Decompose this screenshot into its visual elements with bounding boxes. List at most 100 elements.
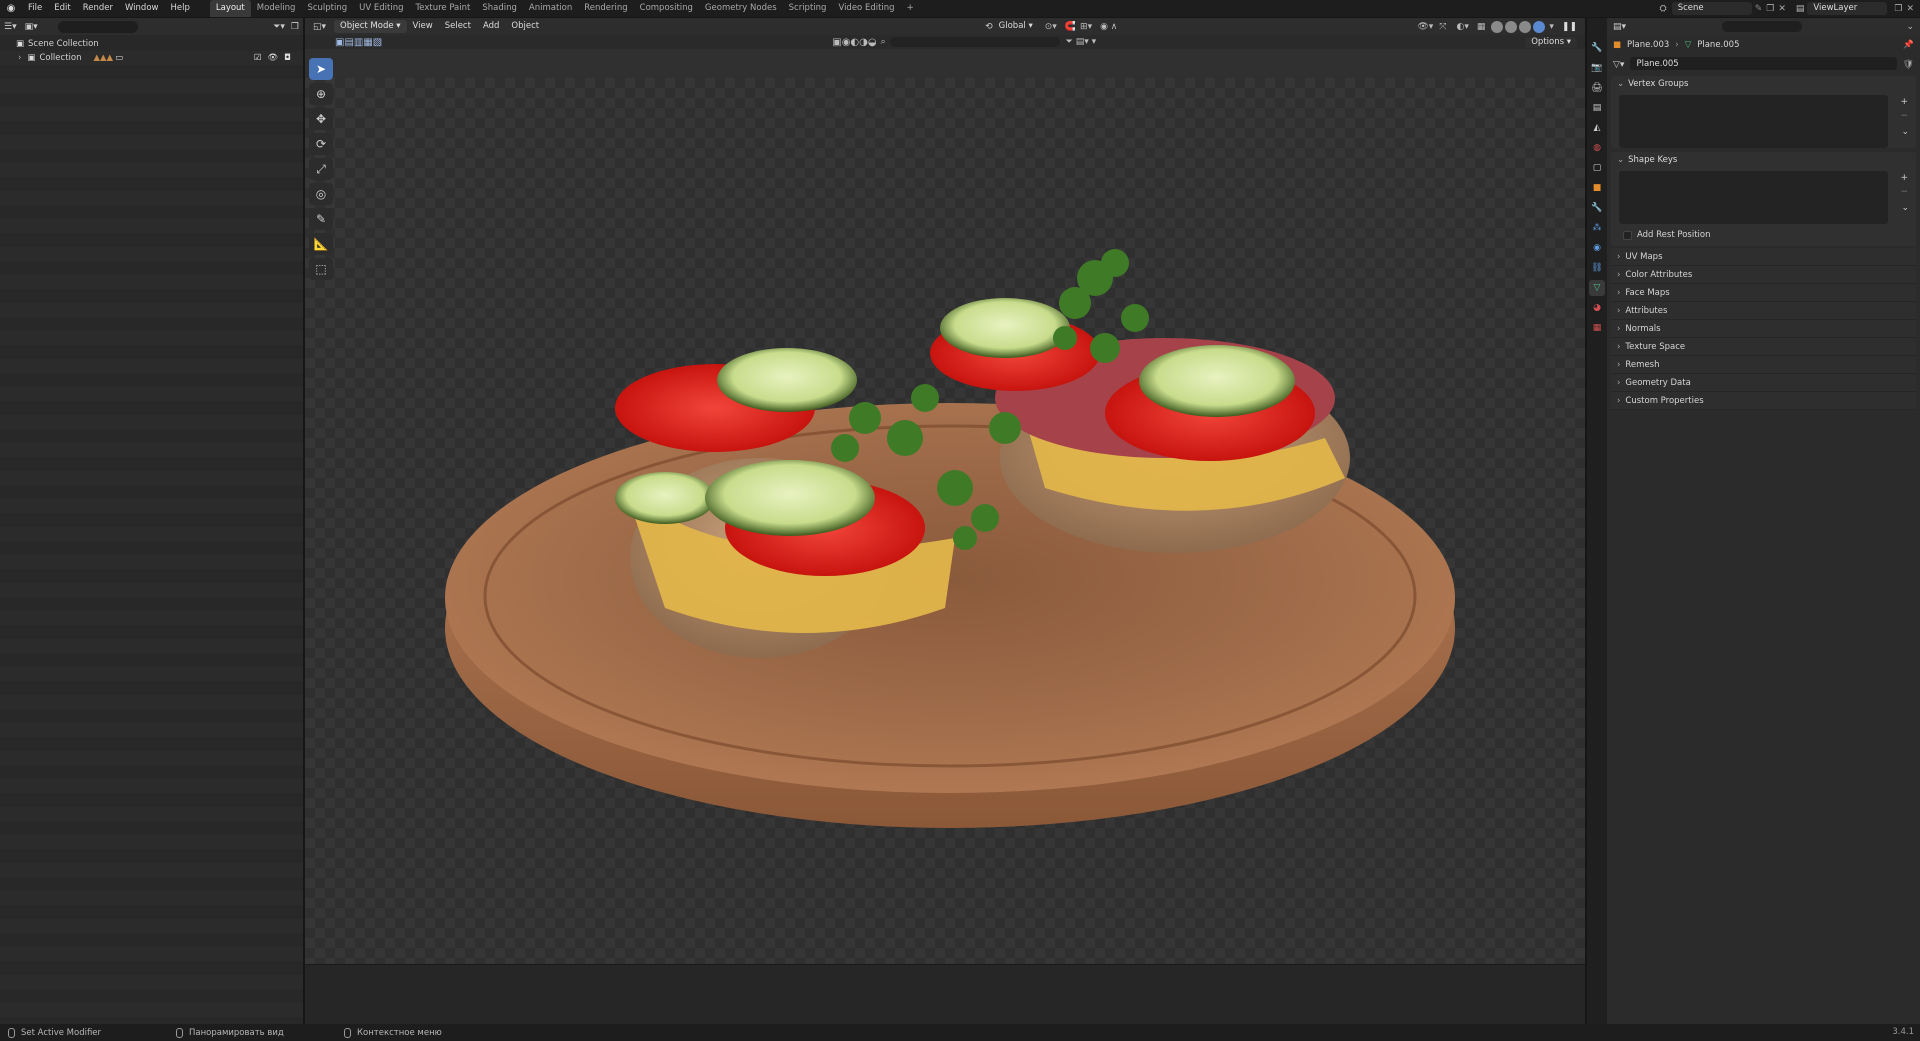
properties-search-input[interactable]	[1722, 21, 1803, 32]
object-tab-icon[interactable]: ■	[1589, 180, 1605, 196]
vertex-group-specials-icon[interactable]: ⌄	[1901, 127, 1909, 137]
add-cube-tool[interactable]: ⬚	[309, 258, 333, 280]
transform-tool[interactable]: ◎	[309, 183, 333, 205]
add-workspace-button[interactable]: +	[901, 0, 920, 17]
tab-modeling[interactable]: Modeling	[251, 0, 302, 17]
pin-properties-icon[interactable]: 📌	[1903, 40, 1914, 50]
particles-tab-icon[interactable]: ⁂	[1589, 220, 1605, 236]
new-scene-icon[interactable]: ❐	[1766, 4, 1774, 14]
tab-geometry-nodes[interactable]: Geometry Nodes	[699, 0, 783, 17]
menu-file[interactable]: File	[22, 0, 48, 17]
material-shading-icon[interactable]	[1519, 20, 1532, 33]
geometry-data-panel[interactable]: › Geometry Data	[1611, 374, 1916, 392]
add-vertex-group-icon[interactable]: +	[1900, 97, 1908, 107]
tab-compositing[interactable]: Compositing	[634, 0, 699, 17]
viewport-search-icon[interactable]: ⌕	[881, 37, 886, 47]
rendered-shading-icon[interactable]	[1533, 20, 1546, 33]
delete-view-layer-icon[interactable]: ✕	[1906, 4, 1914, 14]
shape-keys-list[interactable]	[1619, 171, 1888, 224]
annotate-tool[interactable]: ✎	[309, 208, 333, 230]
options-dropdown[interactable]: Options ▾	[1525, 37, 1577, 48]
remesh-panel[interactable]: › Remesh	[1611, 356, 1916, 374]
properties-options-icon[interactable]: ⌄	[1906, 22, 1914, 32]
wireframe-shading-icon[interactable]	[1491, 20, 1504, 33]
scale-tool[interactable]: ⤢	[309, 158, 333, 180]
filter-icon[interactable]: ⏷▾	[273, 22, 285, 32]
fake-user-icon[interactable]: 🛡	[1903, 60, 1914, 70]
tab-rendering[interactable]: Rendering	[578, 0, 633, 17]
pivot-icon[interactable]: ⊙▾	[1045, 22, 1057, 32]
tab-uv-editing[interactable]: UV Editing	[353, 0, 409, 17]
menu-select[interactable]: Select	[439, 18, 477, 35]
view-layer-tab-icon[interactable]: ▤	[1589, 100, 1605, 116]
menu-render[interactable]: Render	[77, 0, 119, 17]
shading-options-icon[interactable]: ▾	[1549, 22, 1554, 32]
add-rest-position-row[interactable]: Add Rest Position	[1611, 228, 1916, 246]
remove-vertex-group-icon[interactable]: −	[1900, 111, 1908, 121]
snap-icon[interactable]: 🧲	[1065, 22, 1076, 32]
move-tool[interactable]: ✥	[309, 108, 333, 130]
viewport-search-input[interactable]	[889, 37, 1060, 47]
texture-tab-icon[interactable]: ▦	[1589, 320, 1605, 336]
xray-icon[interactable]: ▦	[1477, 22, 1486, 32]
pause-render-icon[interactable]: ❚❚	[1562, 22, 1577, 32]
face-maps-panel[interactable]: › Face Maps	[1611, 284, 1916, 302]
properties-editor-type-icon[interactable]: ▤▾	[1613, 22, 1626, 32]
select-mode-icons[interactable]: ▣▤▥▦▧	[335, 37, 382, 48]
modifier-tab-icon[interactable]: 🔧	[1589, 200, 1605, 216]
collection-row[interactable]: › ▣ Collection ▲▲▲ ▭ ☑ 👁 ◘	[0, 51, 303, 65]
data-tab-icon[interactable]: ▽	[1589, 280, 1605, 296]
render-camera-icon[interactable]: ◘	[284, 51, 291, 65]
editor-type-icon[interactable]: ☰▾	[4, 22, 17, 32]
mesh-data-icon[interactable]: ▽▾	[1613, 60, 1624, 70]
tab-animation[interactable]: Animation	[523, 0, 578, 17]
collection-tab-icon[interactable]: ▢	[1589, 160, 1605, 176]
add-rest-position-checkbox[interactable]	[1623, 230, 1632, 240]
remove-shape-key-icon[interactable]: −	[1900, 187, 1908, 197]
exclude-checkbox-icon[interactable]: ☑	[254, 51, 262, 65]
3d-viewport[interactable]: ◱▾ Object Mode ▾ View Select Add Object …	[305, 18, 1585, 1024]
viewport-filter-dropdown-icon[interactable]: ⏷ ▤▾ ▾	[1066, 37, 1096, 47]
new-collection-icon[interactable]: ❐	[291, 22, 299, 32]
scene-selector[interactable]: Scene	[1671, 2, 1752, 15]
scene-collection-row[interactable]: ▣ Scene Collection	[0, 37, 303, 51]
tab-layout[interactable]: Layout	[209, 0, 251, 17]
menu-help[interactable]: Help	[164, 0, 195, 17]
proportional-edit-icon[interactable]: ◉ ∧	[1100, 22, 1117, 32]
render-tab-icon[interactable]: 📷	[1589, 60, 1605, 76]
outliner-search-input[interactable]	[57, 20, 138, 33]
uv-maps-panel[interactable]: › UV Maps	[1611, 248, 1916, 266]
tab-texture-paint[interactable]: Texture Paint	[410, 0, 477, 17]
snap-target-icon[interactable]: ⊞▾	[1080, 22, 1092, 32]
view-layer-selector[interactable]: ViewLayer	[1807, 2, 1888, 15]
constraints-tab-icon[interactable]: ⛓	[1589, 260, 1605, 276]
attributes-panel[interactable]: › Attributes	[1611, 302, 1916, 320]
pin-icon[interactable]: ✎	[1755, 4, 1763, 14]
shape-keys-header[interactable]: ⌄ Shape Keys	[1611, 152, 1916, 169]
add-shape-key-icon[interactable]: +	[1900, 173, 1908, 183]
new-view-layer-icon[interactable]: ❐	[1894, 4, 1902, 14]
tab-scripting[interactable]: Scripting	[783, 0, 833, 17]
menu-add[interactable]: Add	[477, 18, 505, 35]
measure-tool[interactable]: 📐	[309, 233, 333, 255]
visibility-eye-icon[interactable]: 👁	[267, 51, 278, 65]
color-attributes-panel[interactable]: › Color Attributes	[1611, 266, 1916, 284]
shape-key-specials-icon[interactable]: ⌄	[1901, 203, 1909, 213]
tab-shading[interactable]: Shading	[476, 0, 523, 17]
viewport-editor-type-icon[interactable]: ◱▾	[313, 22, 326, 32]
vertex-groups-header[interactable]: ⌄ Vertex Groups	[1611, 76, 1916, 93]
menu-object[interactable]: Object	[505, 18, 545, 35]
cursor-tool[interactable]: ⊕	[309, 83, 333, 105]
viewport-filter-icons[interactable]: ▣◉◐◑◒	[832, 37, 876, 48]
material-tab-icon[interactable]: ◕	[1589, 300, 1605, 316]
scene-tab-icon[interactable]: ◭	[1589, 120, 1605, 136]
tab-sculpting[interactable]: Sculpting	[301, 0, 353, 17]
custom-properties-panel[interactable]: › Custom Properties	[1611, 392, 1916, 410]
vertex-groups-list[interactable]	[1619, 95, 1888, 148]
delete-scene-icon[interactable]: ✕	[1778, 4, 1786, 14]
visibility-selector-icon[interactable]: 👁▾	[1417, 22, 1433, 32]
overlays-icon[interactable]: ◐▾	[1456, 22, 1468, 32]
solid-shading-icon[interactable]	[1505, 20, 1518, 33]
rotate-tool[interactable]: ⟳	[309, 133, 333, 155]
gizmo-icon[interactable]: ⤧	[1439, 22, 1446, 32]
